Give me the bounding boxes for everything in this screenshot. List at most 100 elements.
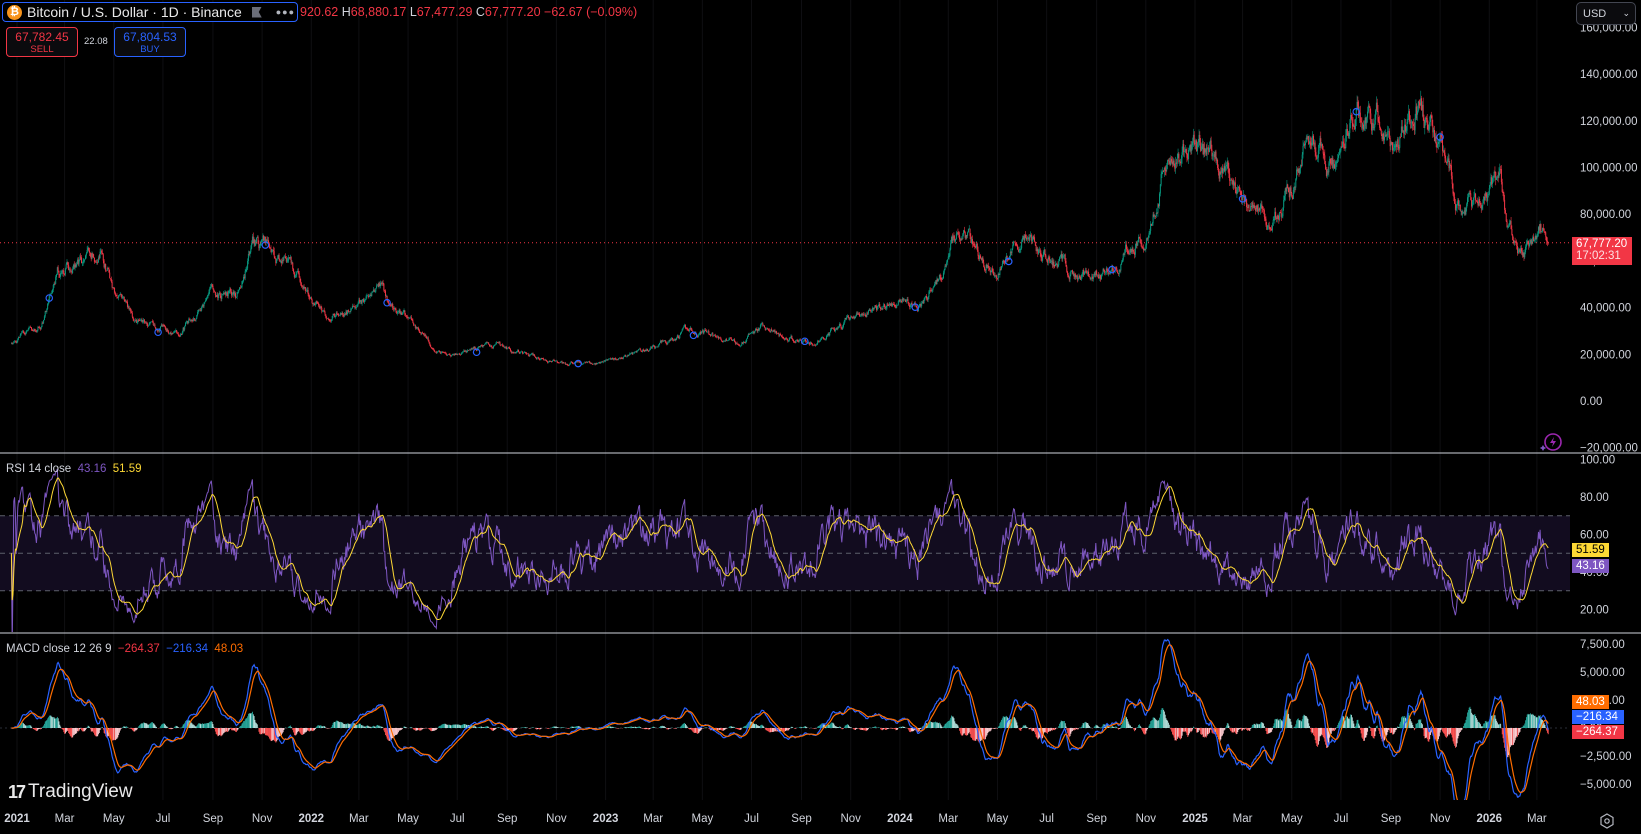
- macd-histogram-bar: [268, 728, 270, 739]
- macd-histogram-bar: [48, 717, 49, 728]
- macd-histogram-bar: [704, 727, 706, 728]
- macd-histogram-bar: [690, 728, 692, 730]
- macd-histogram-bar: [306, 728, 308, 731]
- grid: [16, 0, 1538, 800]
- macd-histogram-bar: [628, 727, 630, 728]
- macd-histogram-bar: [693, 728, 694, 733]
- macd-histogram-bar: [144, 723, 146, 728]
- macd-histogram-bar: [123, 726, 124, 728]
- macd-histogram-bar: [77, 728, 79, 732]
- macd-histogram-bar: [475, 726, 477, 728]
- macd-histogram-bar: [115, 728, 117, 740]
- macd-histogram-bar: [194, 726, 196, 728]
- macd-histogram-bar: [419, 728, 421, 731]
- macd-histogram-bar: [23, 724, 25, 728]
- macd-histogram-bar: [114, 728, 116, 741]
- macd-histogram-bar: [117, 728, 119, 738]
- macd-histogram-bar: [92, 728, 94, 732]
- macd-histogram-bar: [39, 728, 41, 729]
- macd-histogram-bar: [867, 728, 869, 731]
- macd-histogram-bar: [289, 726, 291, 728]
- macd-histogram-bar: [160, 724, 162, 728]
- macd-histogram-bar: [373, 726, 375, 728]
- macd-histogram-bar: [140, 723, 142, 728]
- macd-histogram-bar: [320, 725, 322, 728]
- macd-histogram-bar: [367, 725, 369, 728]
- macd-histogram-bar: [146, 723, 148, 728]
- price-pane[interactable]: [0, 90, 1570, 368]
- macd-histogram-bar: [309, 728, 311, 732]
- macd-histogram-bar: [834, 726, 836, 728]
- macd-histogram-bar: [758, 726, 760, 728]
- macd-histogram-bar: [296, 728, 298, 734]
- macd-histogram-bar: [635, 727, 637, 728]
- macd-histogram-bar: [497, 727, 499, 728]
- macd-histogram-bar: [356, 725, 357, 728]
- macd-histogram-bar: [132, 728, 134, 731]
- macd-histogram-bar: [648, 728, 650, 730]
- macd-histogram-bar: [328, 728, 330, 729]
- macd-histogram-bar: [880, 728, 882, 730]
- macd-histogram-bar: [366, 725, 368, 728]
- macd-histogram-bar: [855, 728, 857, 729]
- macd-histogram-bar: [904, 726, 906, 728]
- macd-histogram-bar: [861, 728, 863, 731]
- macd-pane[interactable]: [0, 638, 1570, 814]
- macd-histogram-bar: [181, 727, 182, 728]
- macd-histogram-bar: [94, 728, 95, 735]
- macd-histogram-bar: [93, 728, 95, 733]
- macd-histogram-bar: [608, 726, 610, 728]
- macd-histogram-bar: [772, 728, 774, 732]
- macd-histogram-bar: [116, 728, 118, 739]
- macd-histogram-bar: [156, 727, 157, 728]
- macd-histogram-bar: [862, 728, 864, 731]
- macd-histogram-bar: [427, 728, 429, 729]
- macd-histogram-bar: [576, 726, 578, 728]
- macd-histogram-bar: [735, 728, 737, 729]
- macd-histogram-bar: [364, 726, 366, 728]
- macd-histogram-bar: [327, 728, 328, 729]
- macd-histogram-bar: [910, 728, 912, 732]
- macd-histogram-bar: [317, 725, 319, 728]
- macd-histogram-bar: [46, 719, 48, 728]
- macd-histogram-bar: [32, 728, 34, 730]
- macd-histogram-bar: [493, 728, 495, 731]
- macd-histogram-bar: [486, 726, 488, 728]
- macd-histogram-bar: [832, 722, 834, 728]
- macd-histogram-bar: [381, 726, 382, 728]
- macd-histogram-bar: [228, 728, 230, 731]
- macd-histogram-bar: [884, 728, 886, 730]
- macd-histogram-bar: [860, 728, 862, 730]
- macd-histogram-bar: [708, 728, 710, 729]
- macd-histogram-bar: [420, 728, 422, 731]
- macd-histogram-bar: [30, 725, 32, 728]
- chart-canvas[interactable]: 2021 Mar May Jul Sep Nov 2022 Mar May Jul Sep Nov 20…: [0, 0, 1641, 834]
- macd-histogram-bar: [322, 725, 324, 728]
- macd-histogram-bar: [688, 728, 690, 729]
- macd-histogram-bar: [49, 715, 51, 728]
- macd-histogram-bar: [244, 719, 246, 728]
- macd-histogram-bar: [909, 728, 911, 732]
- macd-histogram-bar: [36, 728, 38, 731]
- macd-histogram-bar: [444, 723, 446, 728]
- macd-histogram-bar: [689, 728, 690, 730]
- macd-histogram-bar: [35, 728, 37, 731]
- macd-histogram-bar: [676, 727, 678, 728]
- macd-histogram-bar: [491, 728, 493, 731]
- macd-histogram-bar: [55, 718, 57, 728]
- macd-histogram-bar: [294, 728, 296, 736]
- macd-histogram-bar: [574, 726, 576, 728]
- macd-histogram-bar: [223, 728, 224, 734]
- macd-histogram-bar: [480, 726, 482, 728]
- macd-histogram-bar: [380, 726, 382, 728]
- macd-histogram-bar: [221, 728, 223, 736]
- macd-histogram-bar: [165, 726, 167, 728]
- macd-histogram-bar: [430, 728, 432, 731]
- macd-histogram-bar: [755, 723, 757, 728]
- rsi-pane[interactable]: [0, 468, 1570, 647]
- macd-histogram-bar: [360, 725, 362, 728]
- macd-histogram-bar: [365, 725, 367, 728]
- macd-histogram-bar: [836, 726, 838, 728]
- macd-histogram-bar: [643, 728, 645, 730]
- macd-histogram-bar: [135, 728, 137, 731]
